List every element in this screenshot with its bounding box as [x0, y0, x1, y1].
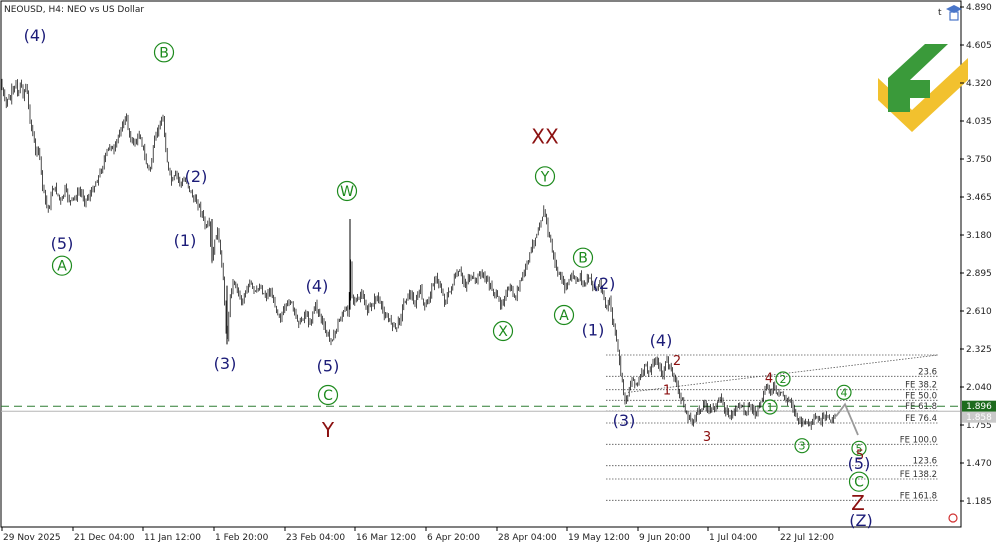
x-tick-label: 21 Dec 04:00	[74, 533, 135, 543]
wave-label: (1)	[582, 320, 605, 339]
x-tick-label: 19 May 12:00	[568, 533, 630, 543]
x-tick-label: 28 Apr 04:00	[498, 533, 557, 543]
y-tick-label: 3.750	[966, 155, 992, 165]
wave-label: (5)	[51, 234, 74, 253]
x-tick-label: 16 Mar 12:00	[356, 533, 416, 543]
y-tick-label: 2.325	[966, 345, 992, 355]
second-price-label: 1.858	[966, 413, 992, 423]
y-tick-label: 3.465	[966, 193, 992, 203]
wave-label: B	[159, 45, 169, 61]
fib-level-label: 123.6	[913, 457, 937, 467]
wave-label: (5)	[317, 356, 340, 375]
price-chart[interactable]: NEOUSD, H4: NEO vs US Dollar t 23.6 FE 38…	[0, 0, 1000, 545]
wave-label: (4)	[306, 276, 329, 295]
y-tick-label: 4.035	[966, 117, 992, 127]
wave-label: A	[559, 308, 569, 324]
x-tick-label: 11 Jan 12:00	[144, 533, 201, 543]
x-tick-label: 23 Feb 04:00	[286, 533, 345, 543]
wave-label: XX	[531, 125, 559, 149]
price-box-second: 1.858	[962, 411, 996, 423]
x-tick-label: 1 Feb 20:00	[215, 533, 269, 543]
fib-level-label: FE 38.2	[905, 381, 937, 391]
wave-label: 2	[673, 354, 681, 369]
fib-level-label: FE 161.8	[900, 491, 937, 501]
y-tick-label: 1.185	[966, 497, 992, 507]
wave-label: 1	[663, 383, 671, 398]
svg-text:t: t	[938, 8, 942, 18]
chart-header: NEOUSD, H4: NEO vs US Dollar	[4, 5, 144, 15]
y-tick-label: 1.470	[966, 459, 992, 469]
fib-level-label: FE 76.4	[905, 414, 937, 424]
x-tick-label: 9 Jun 20:00	[639, 533, 691, 543]
wave-label: 3	[799, 440, 806, 453]
y-tick-label: 2.895	[966, 269, 992, 279]
wave-label: 4	[765, 371, 773, 386]
wave-label: (4)	[24, 26, 47, 45]
y-tick-label: 4.605	[966, 41, 992, 51]
wave-label: 3	[703, 430, 711, 445]
wave-label: B	[578, 251, 588, 267]
fib-level-label: FE 138.2	[900, 470, 937, 480]
wave-label: 2	[780, 373, 787, 386]
wave-label: (4)	[650, 331, 673, 350]
wave-label: 1	[767, 401, 774, 414]
wave-label: (3)	[214, 354, 237, 373]
fib-level-label: FE 100.0	[900, 435, 937, 445]
wave-label: (Z)	[849, 511, 872, 530]
wave-label: A	[57, 259, 67, 275]
y-tick-label: 2.040	[966, 383, 992, 393]
wave-label: (2)	[593, 274, 616, 293]
wave-label: Y	[321, 418, 335, 442]
wave-label: X	[498, 324, 508, 340]
fib-level-label: FE 50.0	[905, 391, 937, 401]
y-tick-label: 2.610	[966, 307, 992, 317]
y-tick-label: 3.180	[966, 231, 992, 241]
x-tick-label: 22 Jul 12:00	[780, 533, 834, 543]
wave-label: W	[340, 184, 354, 200]
wave-label: Y	[540, 169, 550, 185]
wave-label: (5)	[848, 454, 871, 473]
current-price-label: 1.896	[966, 402, 992, 412]
symbol-description: NEO vs US Dollar	[67, 5, 144, 15]
x-tick-label: 6 Apr 20:00	[427, 533, 480, 543]
wave-label: (3)	[613, 411, 636, 430]
x-tick-label: 1 Jul 04:00	[709, 533, 758, 543]
y-tick-label: 4.320	[966, 79, 992, 89]
wave-label: C	[323, 388, 333, 404]
price-box-current: 1.896	[962, 400, 996, 412]
fib-level-label: 23.6	[918, 367, 937, 377]
x-tick-label: 29 Nov 2025	[3, 533, 61, 543]
fib-level-label: FE 61.8	[905, 402, 937, 412]
wave-label: 4	[841, 386, 848, 399]
wave-label: (2)	[185, 167, 208, 186]
wave-label: C	[854, 475, 864, 491]
symbol-label: NEOUSD, H4:	[4, 5, 64, 15]
wave-label: (1)	[174, 231, 197, 250]
y-tick-label: 4.890	[966, 3, 992, 13]
